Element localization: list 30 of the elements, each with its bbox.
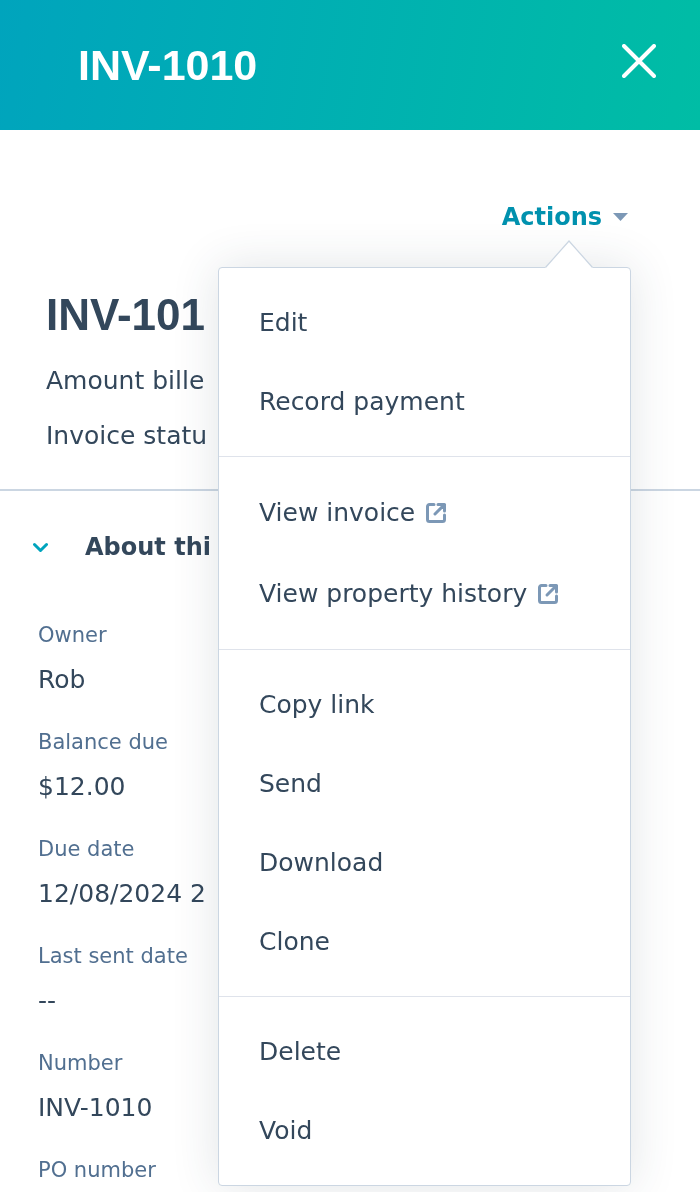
panel-title: INV-1010 — [78, 40, 258, 91]
menu-item[interactable]: Void — [219, 1091, 630, 1170]
menu-item[interactable]: Download — [219, 823, 630, 902]
menu-item[interactable]: Send — [219, 744, 630, 823]
close-icon — [622, 44, 656, 78]
property-label: Balance due — [38, 729, 168, 756]
property-label: Owner — [38, 622, 107, 649]
property-value: -- — [38, 985, 57, 1017]
property-value: 12/08/2024 2 — [38, 878, 206, 910]
caret-icon — [613, 213, 628, 221]
property-value: $12.00 — [38, 771, 126, 803]
menu-item[interactable]: Delete — [219, 1012, 630, 1091]
property-label: Last sent date — [38, 943, 188, 970]
menu-item[interactable]: Copy link — [219, 665, 630, 744]
menu-item[interactable]: View property history — [219, 553, 630, 634]
summary-line: Amount bille — [46, 365, 205, 397]
property-label: Number — [38, 1050, 123, 1077]
property-value: INV-1010 — [38, 1092, 153, 1124]
menu-item[interactable]: View invoice — [219, 472, 630, 553]
menu-item[interactable]: Clone — [219, 902, 630, 981]
summary-line: Invoice statu — [46, 420, 208, 452]
property-value: Rob — [38, 664, 86, 696]
menu-item[interactable]: Edit — [219, 283, 630, 362]
property-label: Due date — [38, 836, 135, 863]
actions-dropdown-button[interactable]: Actions — [501, 202, 628, 232]
close-button[interactable] — [622, 44, 656, 78]
menu-item[interactable]: Record payment — [219, 362, 630, 441]
section-toggle[interactable]: About thi — [33, 530, 211, 564]
record-title: INV-101 — [46, 289, 205, 341]
property-label: PO number — [38, 1157, 156, 1184]
